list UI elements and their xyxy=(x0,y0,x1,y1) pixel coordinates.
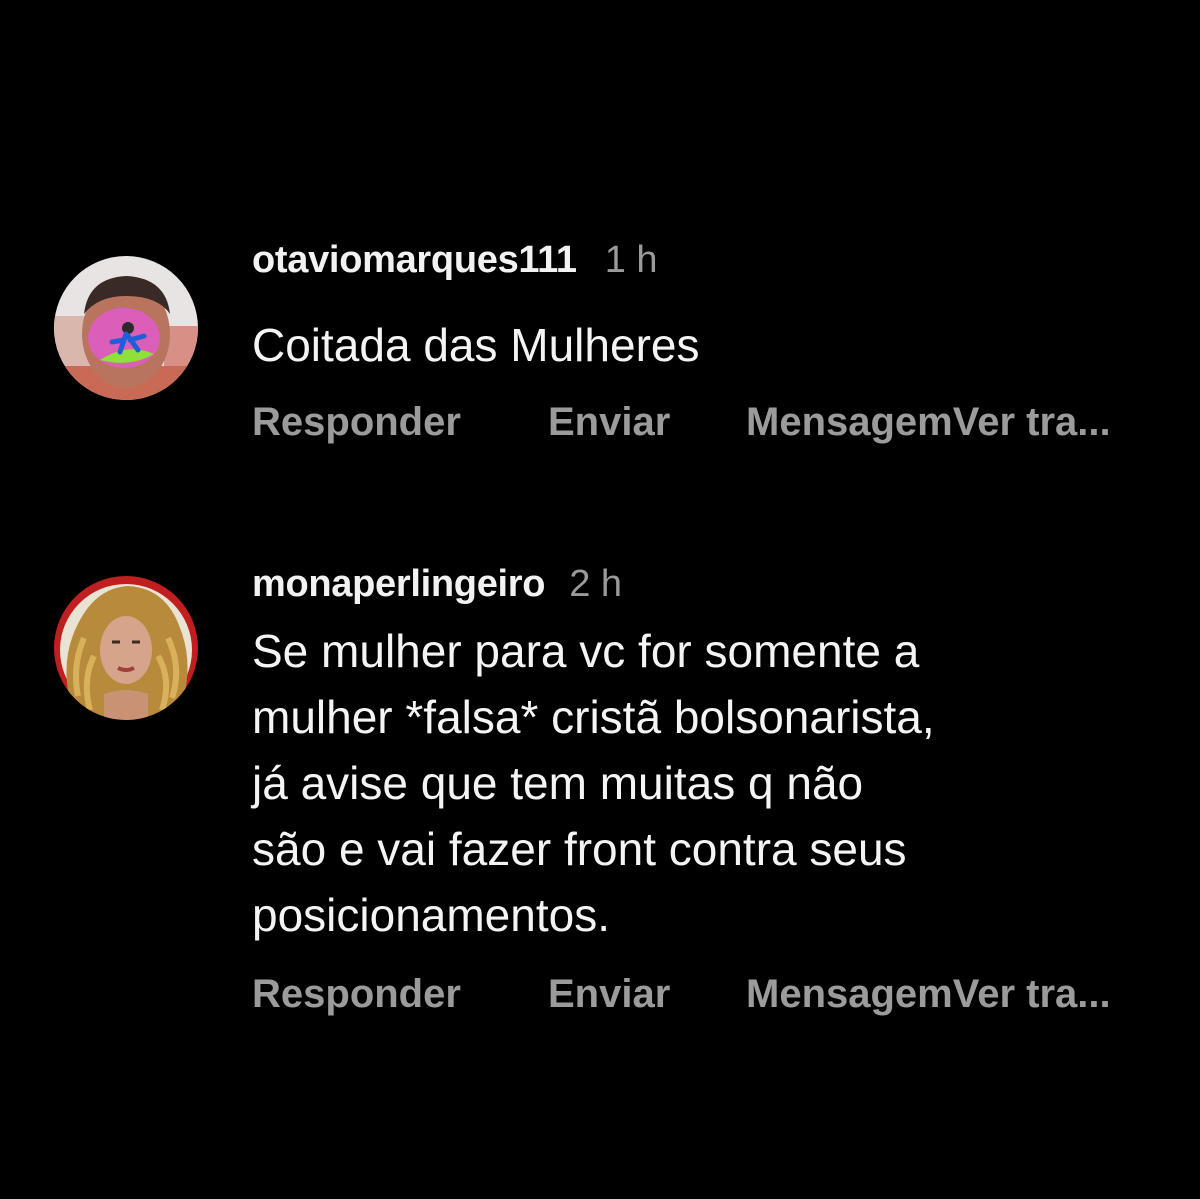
avatar[interactable] xyxy=(54,256,198,400)
avatar[interactable] xyxy=(54,576,198,720)
reply-button[interactable]: Responder xyxy=(252,400,548,445)
comment-timestamp: 2 h xyxy=(569,562,623,605)
comment-actions: Responder Enviar MensagemVer tra... xyxy=(252,972,1172,1017)
send-button[interactable]: Enviar xyxy=(548,400,746,445)
avatar-photo xyxy=(54,256,198,400)
comment-text: Se mulher para vc for somente a mulher *… xyxy=(252,625,935,941)
comment-text: Coitada das Mulheres xyxy=(252,319,700,371)
send-button[interactable]: Enviar xyxy=(548,972,746,1017)
message-translate-button[interactable]: MensagemVer tra... xyxy=(746,972,1111,1017)
reply-button[interactable]: Responder xyxy=(252,972,548,1017)
avatar-photo xyxy=(54,576,198,720)
comment-username[interactable]: otaviomarques111 xyxy=(252,239,577,282)
message-translate-button[interactable]: MensagemVer tra... xyxy=(746,400,1111,445)
comment-timestamp: 1 h xyxy=(604,238,658,281)
comment-actions: Responder Enviar MensagemVer tra... xyxy=(252,400,1172,445)
comment-username[interactable]: monaperlingeiro xyxy=(252,563,546,606)
